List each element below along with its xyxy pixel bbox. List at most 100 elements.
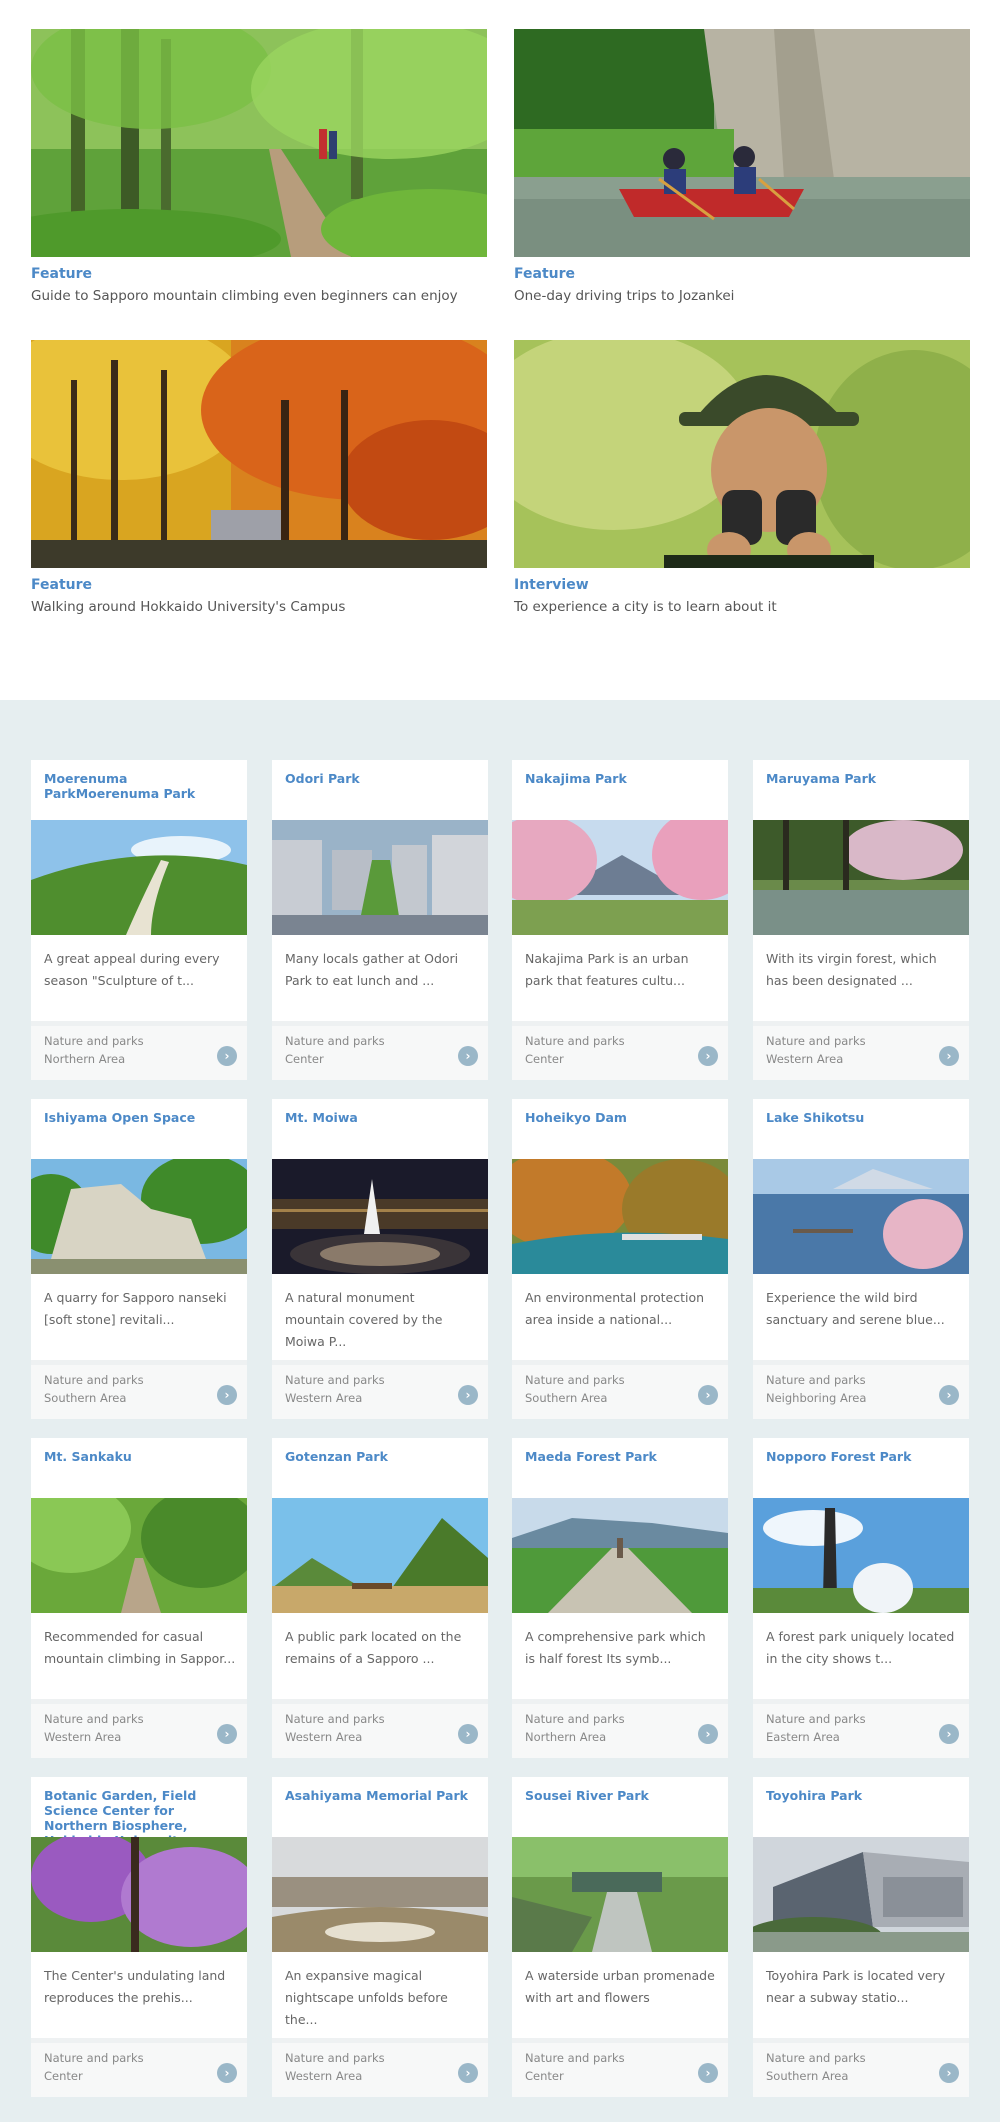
chevron-right-icon[interactable]: ›	[939, 1046, 959, 1066]
spot-photo[interactable]	[753, 820, 969, 935]
spot-photo[interactable]	[753, 1498, 969, 1613]
chevron-right-icon[interactable]: ›	[698, 1046, 718, 1066]
spot-category: Nature and parks	[285, 1034, 385, 1048]
spot-card-nopporo-forest-park[interactable]: Nopporo Forest Park A forest park uniquel…	[753, 1438, 969, 1758]
feature-card-interview[interactable]: Interview To experience a city is to lea…	[514, 340, 970, 615]
spot-card-asahiyama-memorial-park[interactable]: Asahiyama Memorial Park An expansive magi…	[272, 1777, 488, 2097]
spot-description: A comprehensive park which is half fores…	[525, 1629, 706, 1666]
spot-photo[interactable]	[31, 1159, 247, 1274]
spot-name[interactable]: Nopporo Forest Park	[766, 1449, 960, 1464]
spot-photo[interactable]	[31, 1837, 247, 1952]
spot-area: Western Area	[285, 1730, 363, 1744]
spot-card-botanic-garden-field-science-center-for-[interactable]: Botanic Garden, Field Science Center for…	[31, 1777, 247, 2097]
spot-name[interactable]: Sousei River Park	[525, 1788, 719, 1803]
spot-card-toyohira-park[interactable]: Toyohira Park Toyohira Park is located ve…	[753, 1777, 969, 2097]
spot-area: Western Area	[285, 2069, 363, 2083]
spot-category: Nature and parks	[525, 1373, 625, 1387]
feature-card-hokkaido-university[interactable]: Feature Walking around Hokkaido Universi…	[31, 340, 487, 615]
spot-photo[interactable]	[512, 1498, 728, 1613]
spot-footer: Nature and parks Northern Area ›	[31, 1021, 247, 1080]
autumn-trees-photo	[31, 340, 487, 568]
spot-name[interactable]: Asahiyama Memorial Park	[285, 1788, 479, 1803]
spot-name[interactable]: Maruyama Park	[766, 771, 960, 786]
feature-section: Feature Guide to Sapporo mountain climbi…	[0, 0, 1000, 700]
feature-title: To experience a city is to learn about i…	[514, 599, 777, 615]
chevron-right-icon[interactable]: ›	[939, 2063, 959, 2083]
spot-photo[interactable]	[272, 820, 488, 935]
spot-card-moerenuma-parkmoerenuma-park[interactable]: Moerenuma ParkMoerenuma Park A great appe…	[31, 760, 247, 1080]
spot-name[interactable]: Mt. Moiwa	[285, 1110, 479, 1125]
spot-name[interactable]: Toyohira Park	[766, 1788, 960, 1803]
spot-description: A public park located on the remains of …	[285, 1629, 462, 1666]
feature-card-jozankei[interactable]: Feature One-day driving trips to Jozanke…	[514, 29, 970, 304]
chevron-right-icon[interactable]: ›	[939, 1724, 959, 1744]
spot-description: A waterside urban promenade with art and…	[525, 1968, 715, 2005]
spot-name[interactable]: Maeda Forest Park	[525, 1449, 719, 1464]
spot-area: Eastern Area	[766, 1730, 840, 1744]
spot-name[interactable]: Lake Shikotsu	[766, 1110, 960, 1125]
chevron-right-icon[interactable]: ›	[458, 1046, 478, 1066]
spot-card-lake-shikotsu[interactable]: Lake Shikotsu Experience the wild bird sa…	[753, 1099, 969, 1419]
spot-area: Center	[525, 1052, 564, 1066]
spot-category: Nature and parks	[766, 1712, 866, 1726]
spot-category: Nature and parks	[766, 1373, 866, 1387]
feature-title: One-day driving trips to Jozankei	[514, 288, 735, 304]
spot-card-maruyama-park[interactable]: Maruyama Park With its virgin forest, whi…	[753, 760, 969, 1080]
spot-area: Southern Area	[525, 1391, 608, 1405]
spot-photo[interactable]	[512, 820, 728, 935]
spot-card-sousei-river-park[interactable]: Sousei River Park A waterside urban prome…	[512, 1777, 728, 2097]
spot-name[interactable]: Nakajima Park	[525, 771, 719, 786]
spot-description: The Center's undulating land reproduces …	[44, 1968, 226, 2005]
spot-photo[interactable]	[272, 1498, 488, 1613]
spot-name[interactable]: Hoheikyo Dam	[525, 1110, 719, 1125]
chevron-right-icon[interactable]: ›	[939, 1385, 959, 1405]
spot-card-odori-park[interactable]: Odori Park Many locals gather at Odori Pa…	[272, 760, 488, 1080]
feature-title: Guide to Sapporo mountain climbing even …	[31, 288, 458, 304]
feature-card-mountain-climbing[interactable]: Feature Guide to Sapporo mountain climbi…	[31, 29, 487, 304]
spot-photo[interactable]	[753, 1837, 969, 1952]
feature-tag: Interview	[514, 577, 589, 593]
man-binoculars-photo	[514, 340, 970, 568]
spot-description: A forest park uniquely located in the ci…	[766, 1629, 955, 1666]
chevron-right-icon[interactable]: ›	[217, 1724, 237, 1744]
chevron-right-icon[interactable]: ›	[458, 1724, 478, 1744]
chevron-right-icon[interactable]: ›	[458, 2063, 478, 2083]
spot-card-mt-moiwa[interactable]: Mt. Moiwa A natural monument mountain cov…	[272, 1099, 488, 1419]
spot-photo[interactable]	[31, 820, 247, 935]
forest-trail-photo	[31, 29, 487, 257]
spot-area: Western Area	[285, 1391, 363, 1405]
spot-area: Center	[285, 1052, 324, 1066]
spot-category: Nature and parks	[766, 1034, 866, 1048]
spot-photo[interactable]	[512, 1837, 728, 1952]
spot-name[interactable]: Odori Park	[285, 771, 479, 786]
spot-name[interactable]: Ishiyama Open Space	[44, 1110, 238, 1125]
spot-card-ishiyama-open-space[interactable]: Ishiyama Open Space A quarry for Sapporo …	[31, 1099, 247, 1419]
spot-card-gotenzan-park[interactable]: Gotenzan Park A public park located on th…	[272, 1438, 488, 1758]
spot-area: Center	[44, 2069, 83, 2083]
spots-grid: Moerenuma ParkMoerenuma Park A great appe…	[0, 700, 1000, 2122]
spot-name[interactable]: Moerenuma ParkMoerenuma Park	[44, 771, 238, 801]
spot-name[interactable]: Gotenzan Park	[285, 1449, 479, 1464]
chevron-right-icon[interactable]: ›	[698, 2063, 718, 2083]
chevron-right-icon[interactable]: ›	[217, 1385, 237, 1405]
chevron-right-icon[interactable]: ›	[217, 1046, 237, 1066]
chevron-right-icon[interactable]: ›	[458, 1385, 478, 1405]
spot-name[interactable]: Mt. Sankaku	[44, 1449, 238, 1464]
spot-category: Nature and parks	[44, 1373, 144, 1387]
spot-photo[interactable]	[753, 1159, 969, 1274]
spot-footer: Nature and parks Western Area ›	[272, 2038, 488, 2097]
spot-card-maeda-forest-park[interactable]: Maeda Forest Park A comprehensive park wh…	[512, 1438, 728, 1758]
spot-photo[interactable]	[31, 1498, 247, 1613]
chevron-right-icon[interactable]: ›	[217, 2063, 237, 2083]
spot-photo[interactable]	[272, 1837, 488, 1952]
spot-photo[interactable]	[272, 1159, 488, 1274]
spot-category: Nature and parks	[285, 2051, 385, 2065]
spot-photo[interactable]	[512, 1159, 728, 1274]
spot-area: Western Area	[44, 1730, 122, 1744]
spot-card-nakajima-park[interactable]: Nakajima Park Nakajima Park is an urban p…	[512, 760, 728, 1080]
spot-card-hoheikyo-dam[interactable]: Hoheikyo Dam An environmental protection …	[512, 1099, 728, 1419]
feature-tag: Feature	[31, 266, 92, 282]
chevron-right-icon[interactable]: ›	[698, 1724, 718, 1744]
chevron-right-icon[interactable]: ›	[698, 1385, 718, 1405]
spot-card-mt-sankaku[interactable]: Mt. Sankaku Recommended for casual mounta…	[31, 1438, 247, 1758]
